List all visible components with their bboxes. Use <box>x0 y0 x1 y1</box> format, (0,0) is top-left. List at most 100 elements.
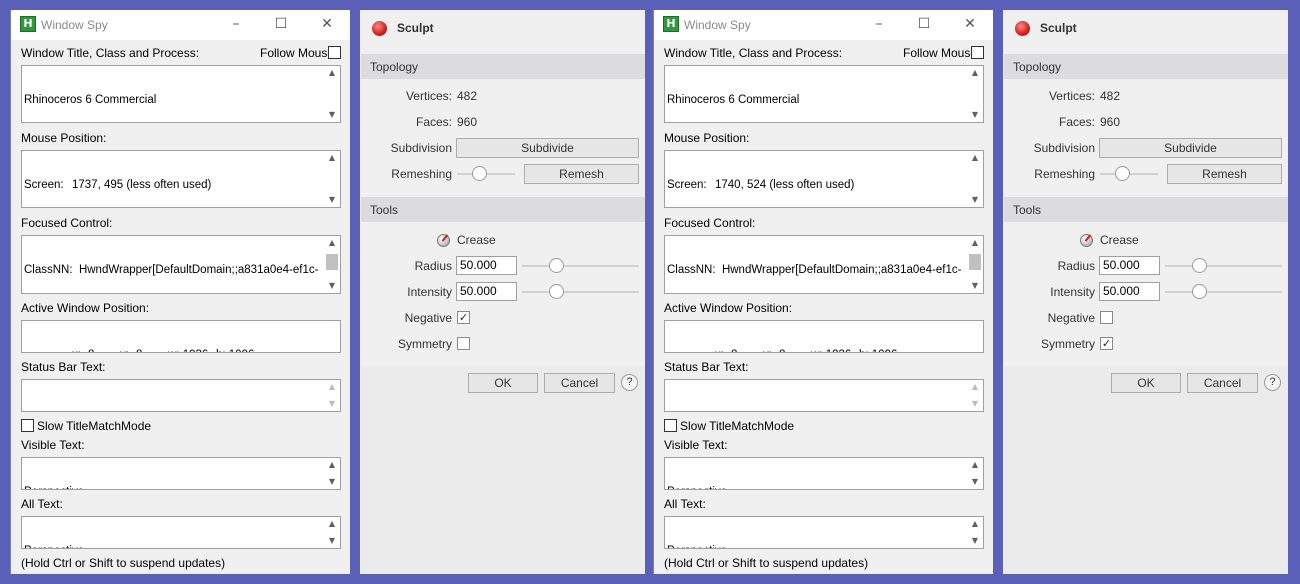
scroll-up-icon[interactable]: ▲ <box>324 458 340 472</box>
radius-slider-thumb[interactable] <box>1192 258 1208 273</box>
scroll-up-icon[interactable]: ▲ <box>324 151 340 165</box>
intensity-input[interactable]: 50.000 <box>456 282 517 301</box>
title-class-process-box[interactable]: Rhinoceros 6 Commercial ahk_class Afx:00… <box>21 65 341 123</box>
scroll-thumb[interactable] <box>326 254 338 270</box>
scroll-up-icon[interactable]: ▲ <box>324 236 340 250</box>
remesh-button[interactable]: Remesh <box>524 164 639 184</box>
intensity-slider-track[interactable] <box>1165 291 1282 293</box>
all-text-line: Perspective <box>24 545 322 548</box>
active-x: x: -8 <box>715 349 763 352</box>
scroll-down-icon[interactable]: ▼ <box>967 397 983 411</box>
scrollbar[interactable]: ▲ ▼ <box>967 380 983 411</box>
close-button[interactable]: ✕ <box>957 14 983 36</box>
radius-input[interactable]: 50.000 <box>456 256 517 275</box>
focused-control-box[interactable]: ClassNN: HwndWrapper[DefaultDomain;;a831… <box>664 235 984 294</box>
remeshing-slider-thumb[interactable] <box>472 166 487 181</box>
visible-text-box[interactable]: Perspective Perspective ▲▼ <box>21 457 341 490</box>
scrollbar[interactable]: ▲ ▼ <box>967 458 983 489</box>
title-bar[interactable]: H Window Spy – ☐ ✕ <box>654 10 993 40</box>
scrollbar[interactable]: ▲ ▼ <box>967 66 983 122</box>
maximize-button[interactable]: ☐ <box>911 14 937 36</box>
scrollbar[interactable]: ▲ ▼ <box>324 236 340 293</box>
minimize-button[interactable]: – <box>866 14 892 36</box>
scroll-down-icon[interactable]: ▼ <box>967 108 983 122</box>
negative-checkbox[interactable] <box>1100 311 1113 324</box>
scrollbar[interactable]: ▲ ▼ <box>967 517 983 548</box>
scroll-down-icon[interactable]: ▼ <box>324 475 340 489</box>
scroll-down-icon[interactable]: ▼ <box>324 534 340 548</box>
help-icon[interactable]: ? <box>621 374 638 391</box>
remeshing-slider-thumb[interactable] <box>1115 166 1130 181</box>
scroll-up-icon[interactable]: ▲ <box>967 236 983 250</box>
symmetry-checkbox[interactable] <box>457 337 470 350</box>
all-text-box[interactable]: Perspective Perspective ▲▼ <box>664 516 984 549</box>
symmetry-checkbox[interactable]: ✓ <box>1100 337 1113 350</box>
scrollbar[interactable]: ▲ ▼ <box>324 458 340 489</box>
radius-slider-thumb[interactable] <box>549 258 565 273</box>
crease-tool-icon[interactable] <box>1080 234 1093 247</box>
crease-label[interactable]: Crease <box>457 233 496 247</box>
scroll-down-icon[interactable]: ▼ <box>324 193 340 207</box>
active-window-box[interactable]: x: -8y: -8w: 1936h: 1096 Client:x: 0y: 0… <box>664 320 984 353</box>
scrollbar[interactable]: ▲ ▼ <box>967 236 983 293</box>
subdivide-button[interactable]: Subdivide <box>456 138 639 158</box>
scroll-down-icon[interactable]: ▼ <box>324 279 340 293</box>
close-button[interactable]: ✕ <box>314 14 340 36</box>
remesh-button[interactable]: Remesh <box>1167 164 1282 184</box>
scroll-down-icon[interactable]: ▼ <box>967 193 983 207</box>
scroll-up-icon[interactable]: ▲ <box>967 66 983 80</box>
scroll-up-icon[interactable]: ▲ <box>967 458 983 472</box>
visible-text-box[interactable]: Perspective Perspective ▲▼ <box>664 457 984 490</box>
ok-button[interactable]: OK <box>468 373 538 393</box>
scroll-up-icon[interactable]: ▲ <box>967 380 983 394</box>
focused-control-box[interactable]: ClassNN: HwndWrapper[DefaultDomain;;a831… <box>21 235 341 294</box>
crease-tool-icon[interactable] <box>437 234 450 247</box>
scrollbar[interactable]: ▲ ▼ <box>324 66 340 122</box>
scrollbar[interactable]: ▲ ▼ <box>324 380 340 411</box>
mouse-position-box[interactable]: Screen:1740, 524 (less often used) Windo… <box>664 150 984 208</box>
radius-slider-track[interactable] <box>1165 265 1282 267</box>
scroll-down-icon[interactable]: ▼ <box>967 534 983 548</box>
intensity-slider-track[interactable] <box>522 291 639 293</box>
radius-slider-track[interactable] <box>522 265 639 267</box>
mouse-position-box[interactable]: Screen:1737, 495 (less often used) Windo… <box>21 150 341 208</box>
negative-checkbox[interactable]: ✓ <box>457 311 470 324</box>
follow-mouse-checkbox[interactable] <box>328 46 341 59</box>
intensity-input[interactable]: 50.000 <box>1099 282 1160 301</box>
status-bar-box[interactable]: ▲ ▼ <box>21 379 341 412</box>
slow-titlematchmode-checkbox[interactable] <box>664 419 677 432</box>
scroll-thumb[interactable] <box>969 254 981 270</box>
maximize-button[interactable]: ☐ <box>268 14 294 36</box>
subdivide-button[interactable]: Subdivide <box>1099 138 1282 158</box>
mouse-position-label: Mouse Position: <box>21 131 107 145</box>
scrollbar[interactable]: ▲ ▼ <box>324 517 340 548</box>
slow-titlematchmode-checkbox[interactable] <box>21 419 34 432</box>
scrollbar[interactable]: ▲ ▼ <box>324 151 340 207</box>
scroll-down-icon[interactable]: ▼ <box>967 279 983 293</box>
all-text-box[interactable]: Perspective Perspective ▲▼ <box>21 516 341 549</box>
intensity-slider-thumb[interactable] <box>1192 284 1208 299</box>
scroll-up-icon[interactable]: ▲ <box>324 380 340 394</box>
scroll-up-icon[interactable]: ▲ <box>324 517 340 531</box>
scroll-up-icon[interactable]: ▲ <box>324 66 340 80</box>
title-class-process-box[interactable]: Rhinoceros 6 Commercial ahk_class Afx:00… <box>664 65 984 123</box>
status-bar-box[interactable]: ▲ ▼ <box>664 379 984 412</box>
help-icon[interactable]: ? <box>1264 374 1281 391</box>
active-window-box[interactable]: x: -8y: -8w: 1936h: 1096 Client:x: 0y: 0… <box>21 320 341 353</box>
cancel-button[interactable]: Cancel <box>1187 373 1258 393</box>
ok-button[interactable]: OK <box>1111 373 1181 393</box>
radius-input[interactable]: 50.000 <box>1099 256 1160 275</box>
crease-label[interactable]: Crease <box>1100 233 1139 247</box>
scrollbar[interactable]: ▲ ▼ <box>967 151 983 207</box>
intensity-slider-thumb[interactable] <box>549 284 565 299</box>
scroll-up-icon[interactable]: ▲ <box>967 151 983 165</box>
title-bar[interactable]: H Window Spy – ☐ ✕ <box>11 10 350 40</box>
scroll-up-icon[interactable]: ▲ <box>967 517 983 531</box>
slow-titlematchmode-label: Slow TitleMatchMode <box>37 419 152 433</box>
cancel-button[interactable]: Cancel <box>544 373 615 393</box>
scroll-down-icon[interactable]: ▼ <box>324 397 340 411</box>
scroll-down-icon[interactable]: ▼ <box>967 475 983 489</box>
scroll-down-icon[interactable]: ▼ <box>324 108 340 122</box>
minimize-button[interactable]: – <box>223 14 249 36</box>
follow-mouse-checkbox[interactable] <box>971 46 984 59</box>
